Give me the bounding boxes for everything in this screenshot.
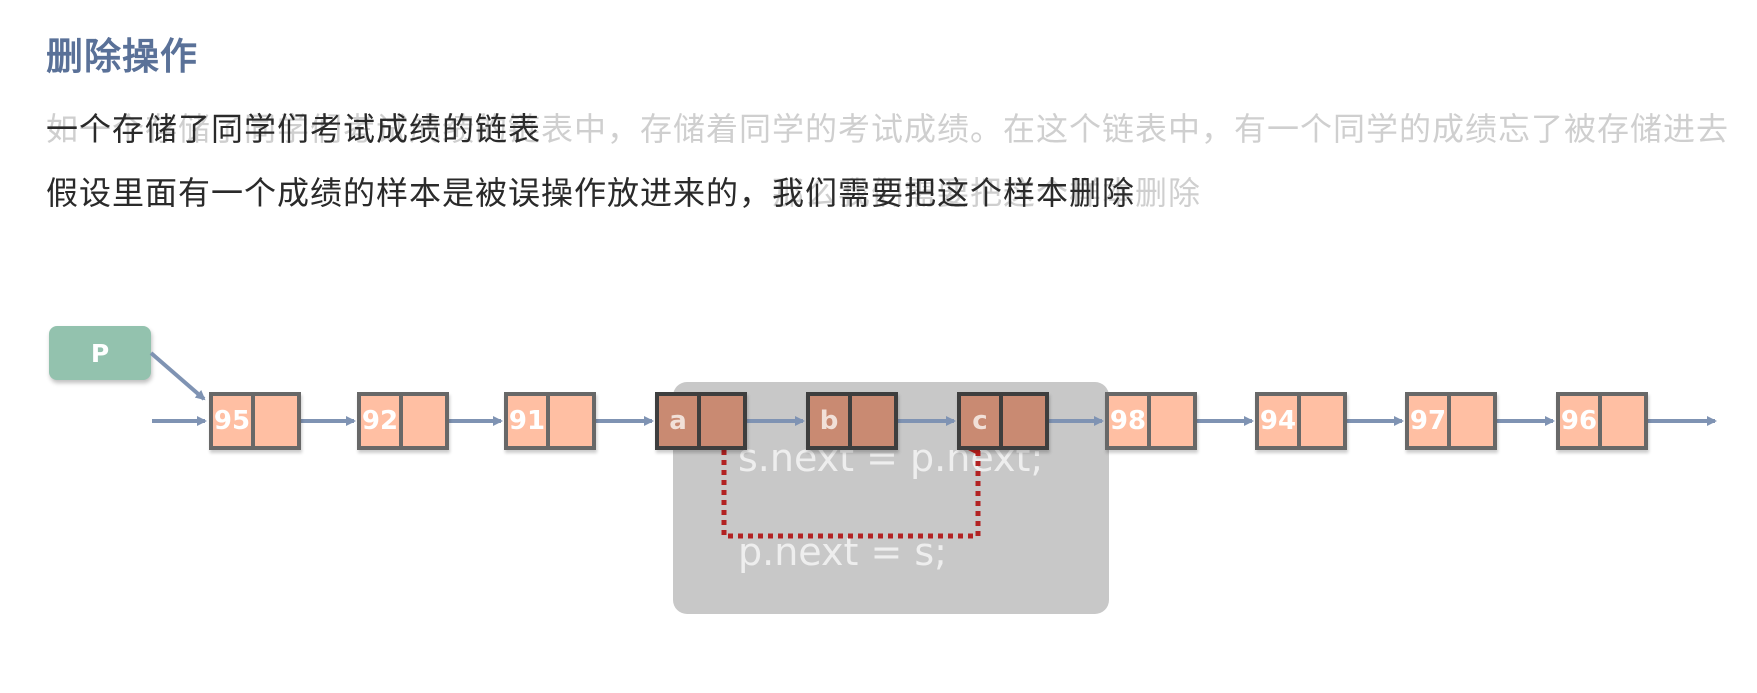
page-title: 删除操作 [46,35,198,78]
text-line-2: 假设里面有一个成绩的样本是被误操作放进来的，我们需要把这个样本删除 [46,174,1136,212]
list-node: 98 [1105,392,1197,450]
node-next-field [255,396,297,446]
list-node: 92 [357,392,449,450]
node-next-field [1003,396,1045,446]
list-node: a [655,392,747,450]
node-next-field [403,396,445,446]
node-next-field [1151,396,1193,446]
list-node: c [957,392,1049,450]
node-next-field [1301,396,1343,446]
node-value: 96 [1560,396,1602,446]
list-node: 97 [1405,392,1497,450]
node-next-field [1451,396,1493,446]
p-pointer-arrow [149,351,206,401]
node-value: 92 [361,396,403,446]
node-next-field [1602,396,1644,446]
node-value: b [810,396,852,446]
node-next-field [701,396,743,446]
code-line-2: p.next = s; [738,530,947,574]
node-value: 97 [1409,396,1451,446]
node-value: 91 [508,396,550,446]
node-next-field [852,396,894,446]
node-value: 98 [1109,396,1151,446]
list-node: 96 [1556,392,1648,450]
pointer-p-box: P [49,326,151,380]
text-line-1: 一个存储了同学们考试成绩的链表 [46,110,542,148]
node-next-field [550,396,592,446]
list-node: 94 [1255,392,1347,450]
node-value: c [961,396,1003,446]
node-value: 94 [1259,396,1301,446]
list-node: b [806,392,898,450]
list-node: 91 [504,392,596,450]
node-value: 95 [213,396,255,446]
list-node: 95 [209,392,301,450]
node-value: a [659,396,701,446]
